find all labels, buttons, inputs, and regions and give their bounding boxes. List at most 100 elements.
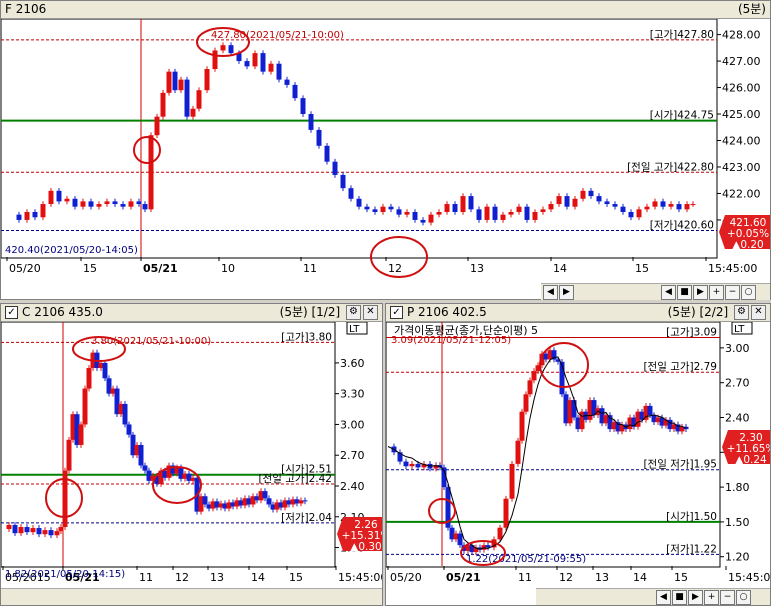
level-label: [고가]3.09: [666, 326, 717, 338]
candle-body: [262, 491, 268, 499]
candle-body: [6, 524, 12, 530]
candle-body: [172, 71, 178, 91]
play-icon[interactable]: ▶: [688, 590, 703, 605]
play-back-icon[interactable]: ◀: [656, 590, 671, 605]
candle-body: [160, 92, 166, 117]
candle-body: [82, 388, 88, 425]
x-tick-label: 05/21: [143, 262, 178, 275]
plot-area: [1, 19, 718, 259]
x-tick-label: 05/20: [9, 262, 41, 275]
candle-body: [268, 63, 274, 72]
zoom-reset-icon[interactable]: ○: [741, 285, 756, 300]
candle-body: [284, 79, 290, 85]
candle-body: [420, 219, 426, 223]
x-tick-label: 15:45:00: [728, 571, 770, 584]
y-tick-label: 422.00: [722, 187, 761, 200]
candle-body: [178, 79, 184, 91]
level-label: [저가]1.22: [666, 543, 717, 555]
zoom-out-icon[interactable]: −: [725, 285, 740, 300]
candle-body: [220, 45, 226, 51]
gear-icon[interactable]: ⚙: [734, 305, 749, 320]
candle-body: [523, 394, 529, 412]
candle-body: [316, 129, 322, 146]
chart-interval: (5분) [1/2]: [279, 305, 341, 319]
y-tick-label: 3.00: [725, 342, 750, 355]
candle-body: [30, 528, 36, 533]
x-tick-label: 15:45:00: [708, 262, 757, 275]
candle-body: [36, 528, 42, 535]
candlestick-chart[interactable]: 428.00 427.00 426.00 425.00 424.00 423.00 422.…: [1, 19, 770, 281]
level-label: [전일 고가]2.79: [643, 360, 717, 373]
level-label: [저가]420.60: [650, 220, 714, 232]
candlestick-chart[interactable]: 3.603.303.002.702.402.101.8005/201505/21…: [1, 322, 382, 588]
candle-body: [66, 439, 72, 471]
candle-body: [122, 403, 128, 425]
zoom-reset-icon[interactable]: ○: [736, 590, 751, 605]
candle-body: [138, 444, 144, 466]
current-change: ▲0.20: [732, 239, 763, 251]
close-icon[interactable]: ✕: [363, 305, 378, 320]
candle-body: [58, 527, 64, 532]
level-label: [시가]424.75: [650, 110, 714, 122]
candle-body: [444, 204, 450, 212]
y-tick-label: 1.80: [725, 481, 750, 494]
y-tick-label: 2.70: [340, 449, 365, 462]
x-tick-label: 15: [674, 571, 688, 584]
candle-body: [302, 500, 308, 502]
candle-body: [412, 211, 418, 220]
candle-body: [500, 214, 506, 220]
check-icon[interactable]: ✓: [5, 306, 18, 319]
chart-panel-futures: F 2106 (5분) 428.00 427.00 426.00 425.00 424.…: [0, 0, 771, 300]
candle-body: [324, 145, 330, 162]
level-label: [고가]3.80: [281, 331, 332, 343]
chart-titlebar: ✓ P 2106 402.5 (5분) [2/2] ⚙ ✕: [386, 304, 770, 322]
candle-body: [104, 201, 110, 205]
candle-body: [484, 206, 490, 220]
candle-body: [409, 463, 415, 467]
candlestick-chart[interactable]: 3.002.702.402.101.801.501.2005/2005/2111…: [386, 322, 770, 588]
x-tick-label: 15:45:00: [338, 571, 382, 584]
play-icon[interactable]: ▶: [693, 285, 708, 300]
candle-body: [620, 206, 626, 212]
zoom-out-icon[interactable]: −: [720, 590, 735, 605]
scroll-right-icon[interactable]: ▶: [559, 285, 574, 300]
zoom-in-icon[interactable]: +: [704, 590, 719, 605]
close-icon[interactable]: ✕: [751, 305, 766, 320]
y-tick-label: 3.30: [340, 388, 365, 401]
zoom-in-icon[interactable]: +: [709, 285, 724, 300]
candle-body: [380, 206, 386, 212]
candle-body: [148, 135, 154, 210]
candle-body: [266, 498, 272, 505]
chart-scrollbar[interactable]: [1, 588, 382, 605]
y-tick-label: 2.40: [725, 411, 750, 424]
y-tick-label: 2.70: [725, 377, 750, 390]
y-tick-label: 423.00: [722, 161, 761, 174]
candle-body: [519, 411, 525, 441]
chart-titlebar: F 2106 (5분): [1, 1, 770, 19]
level-label: [고가]427.80: [650, 29, 714, 41]
check-icon[interactable]: ✓: [390, 306, 403, 319]
candle-body: [515, 440, 521, 464]
stop-icon[interactable]: ■: [677, 285, 692, 300]
chart-scrollbar[interactable]: ◀ ▶ ◀ ■ ▶ + − ○: [541, 283, 770, 300]
candle-body: [403, 461, 409, 467]
candle-body: [372, 209, 378, 212]
candle-body: [652, 201, 658, 207]
x-tick-label: 13: [210, 571, 224, 584]
play-back-icon[interactable]: ◀: [661, 285, 676, 300]
candle-body: [54, 531, 60, 536]
stop-icon[interactable]: ■: [672, 590, 687, 605]
candle-body: [548, 204, 554, 210]
candle-body: [540, 209, 546, 212]
candle-body: [508, 211, 514, 215]
candle-body: [56, 190, 62, 202]
chart-scrollbar[interactable]: ◀ ■ ▶ + − ○: [536, 588, 770, 605]
scroll-left-icon[interactable]: ◀: [543, 285, 558, 300]
x-tick-label: 05/20: [390, 571, 422, 584]
current-change: ▲0.24: [735, 454, 767, 466]
candle-body: [64, 198, 70, 202]
candle-body: [564, 196, 570, 207]
y-tick-label: 424.00: [722, 135, 761, 148]
candle-body: [684, 204, 690, 210]
gear-icon[interactable]: ⚙: [346, 305, 361, 320]
